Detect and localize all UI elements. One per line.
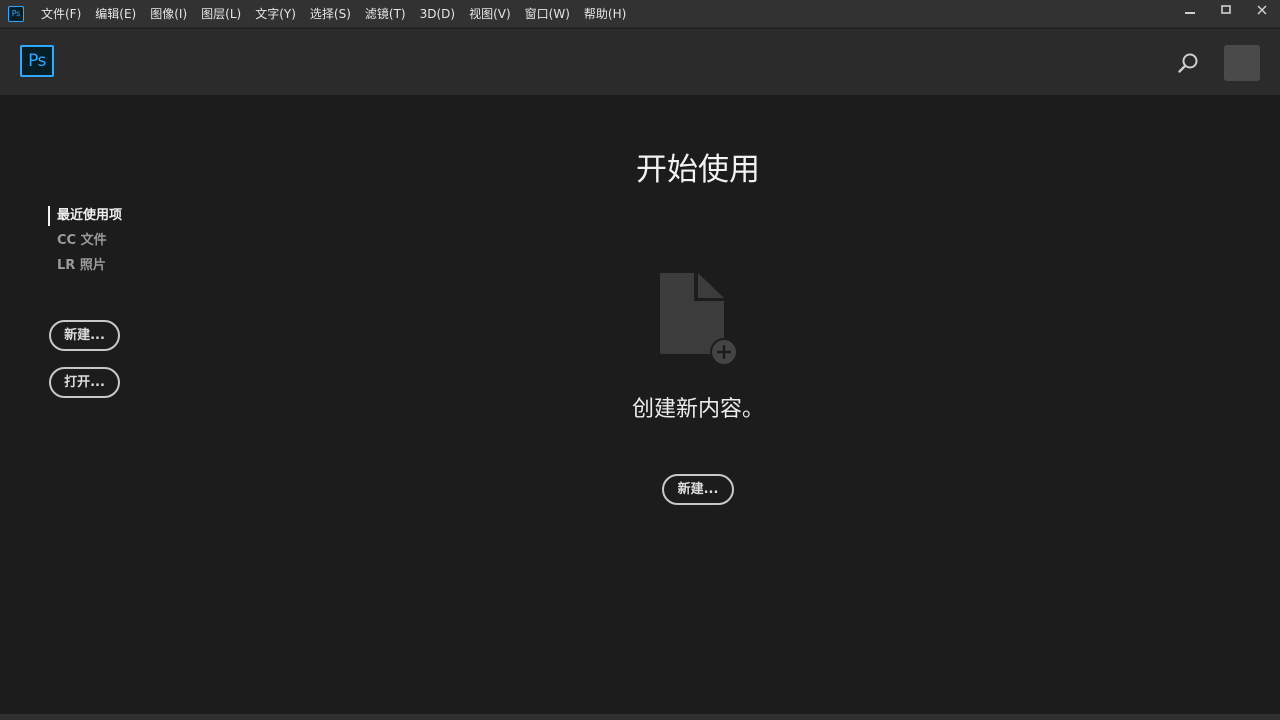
avatar[interactable] [1224, 45, 1260, 81]
sidebar-item-recent[interactable]: 最近使用项 [48, 206, 122, 226]
close-button[interactable] [1244, 0, 1280, 20]
app-icon[interactable]: Ps [8, 5, 24, 22]
search-button[interactable] [1176, 51, 1200, 75]
minimize-icon [1185, 12, 1195, 14]
status-strip [0, 714, 1280, 720]
sidebar-nav: 最近使用项 CC 文件 LR 照片 [48, 206, 122, 281]
sidebar-open-button[interactable]: 打开... [49, 367, 120, 398]
menu-layer[interactable]: 图层(L) [194, 0, 248, 28]
menu-items: 文件(F) 编辑(E) 图像(I) 图层(L) 文字(Y) 选择(S) 滤镜(T… [35, 0, 633, 28]
menu-select[interactable]: 选择(S) [303, 0, 358, 28]
menu-image[interactable]: 图像(I) [143, 0, 194, 28]
new-document-icon [658, 272, 740, 368]
maximize-button[interactable] [1208, 0, 1244, 20]
search-icon [1178, 53, 1198, 73]
close-icon [1257, 5, 1267, 15]
menu-window[interactable]: 窗口(W) [518, 0, 577, 28]
sidebar-item-cc-files[interactable]: CC 文件 [48, 231, 122, 256]
main-new-button[interactable]: 新建... [662, 474, 734, 505]
menu-edit[interactable]: 编辑(E) [88, 0, 143, 28]
menu-bar: Ps 文件(F) 编辑(E) 图像(I) 图层(L) 文字(Y) 选择(S) 滤… [0, 0, 1280, 28]
maximize-icon [1221, 5, 1231, 14]
sidebar-new-button[interactable]: 新建... [49, 320, 120, 351]
sidebar-item-lr-photos[interactable]: LR 照片 [48, 256, 122, 281]
page-title: 开始使用 [636, 152, 760, 188]
menu-filter[interactable]: 滤镜(T) [358, 0, 413, 28]
menu-help[interactable]: 帮助(H) [577, 0, 633, 28]
photoshop-logo[interactable]: Ps [20, 45, 54, 77]
empty-state-text: 创建新内容。 [631, 397, 764, 422]
menu-type[interactable]: 文字(Y) [248, 0, 303, 28]
menu-3d[interactable]: 3D(D) [413, 0, 462, 28]
minimize-button[interactable] [1172, 0, 1208, 20]
menu-file[interactable]: 文件(F) [35, 0, 88, 28]
menu-view[interactable]: 视图(V) [462, 0, 518, 28]
app-header: Ps [0, 29, 1280, 95]
window-controls [1172, 0, 1280, 20]
